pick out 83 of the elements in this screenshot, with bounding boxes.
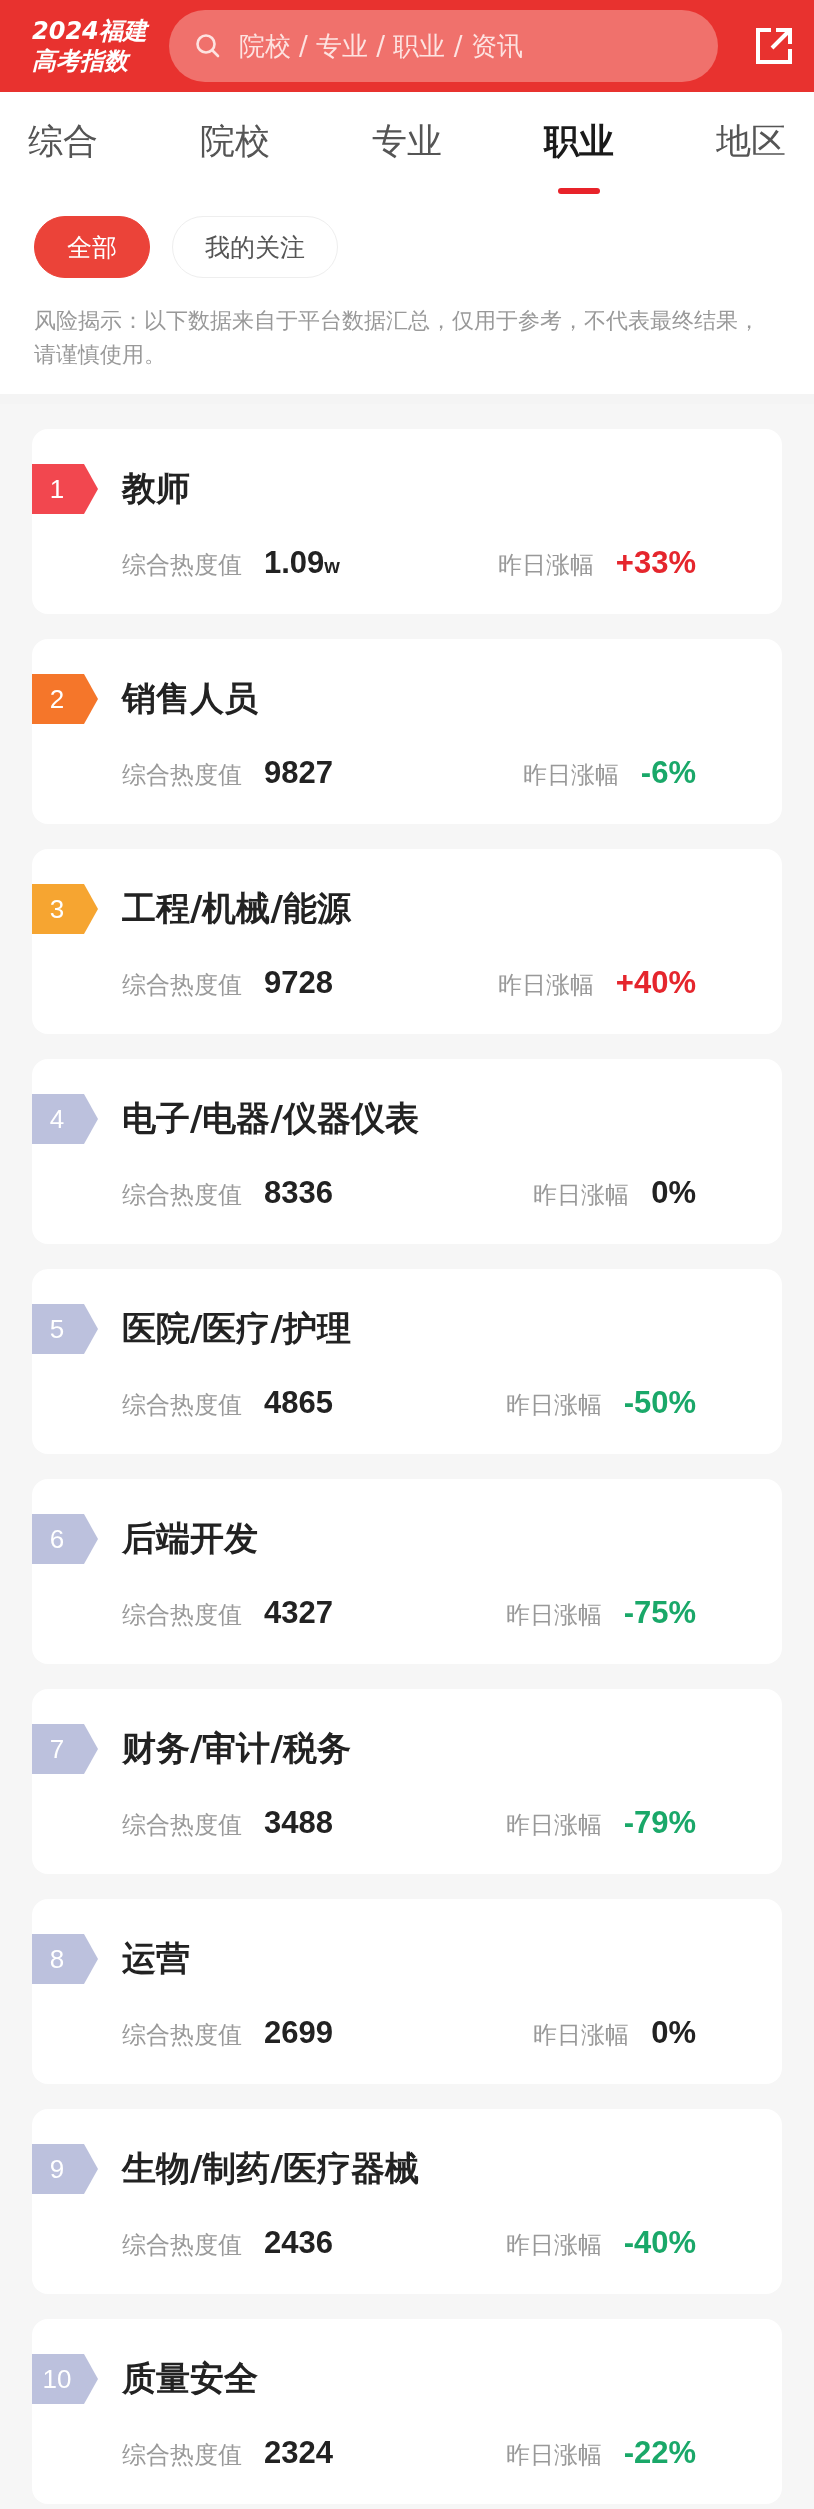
ranking-card[interactable]: 4 电子/电器/仪器仪表 综合热度值 8336 昨日涨幅 0% [32, 1059, 782, 1244]
heat-label: 综合热度值 [122, 760, 242, 791]
occupation-name: 质量安全 [122, 2357, 258, 2400]
rank-badge: 3 [32, 884, 98, 934]
heat-value: 3488 [264, 1805, 333, 1841]
ranking-card[interactable]: 9 生物/制药/医疗器械 综合热度值 2436 昨日涨幅 -40% [32, 2109, 782, 2294]
heat-label: 综合热度值 [122, 2230, 242, 2261]
logo-title: 高考指数 [32, 46, 147, 76]
rank-badge: 5 [32, 1304, 98, 1354]
rank-badge: 8 [32, 1934, 98, 1984]
occupation-name: 生物/制药/医疗器械 [122, 2147, 419, 2190]
search-field[interactable]: 院校 / 专业 / 职业 / 资讯 [168, 10, 718, 82]
rank-badge: 1 [32, 464, 98, 514]
heat-label: 综合热度值 [122, 2440, 242, 2471]
change-label: 昨日涨幅 [505, 1600, 602, 1631]
heat-label: 综合热度值 [122, 1390, 242, 1421]
ranking-card[interactable]: 8 运营 综合热度值 2699 昨日涨幅 0% [32, 1899, 782, 2084]
change-label: 昨日涨幅 [497, 550, 594, 581]
heat-value: 1.09 [264, 545, 325, 581]
heat-value: 8336 [264, 1175, 333, 1211]
tab[interactable]: 专业 [372, 92, 442, 200]
change-label: 昨日涨幅 [505, 2440, 602, 2471]
tab[interactable]: 地区 [716, 92, 786, 200]
change-value: 0% [651, 2015, 696, 2051]
change-label: 昨日涨幅 [522, 760, 619, 791]
heat-value: 4327 [264, 1595, 333, 1631]
occupation-name: 销售人员 [122, 677, 258, 720]
heat-value: 2699 [264, 2015, 333, 2051]
rank-badge: 2 [32, 674, 98, 724]
change-value: -40% [623, 2225, 696, 2261]
change-value: +33% [615, 545, 696, 581]
risk-notice: 风险揭示：以下数据来自于平台数据汇总，仅用于参考，不代表最终结果，请谨慎使用。 [34, 307, 761, 369]
heat-label: 综合热度值 [122, 2020, 242, 2051]
occupation-name: 运营 [122, 1937, 190, 1980]
occupation-name: 电子/电器/仪器仪表 [122, 1097, 419, 1140]
ranking-card[interactable]: 5 医院/医疗/护理 综合热度值 4865 昨日涨幅 -50% [32, 1269, 782, 1454]
change-label: 昨日涨幅 [497, 970, 594, 1001]
rank-badge: 4 [32, 1094, 98, 1144]
occupation-name: 财务/审计/税务 [122, 1727, 351, 1770]
change-value: -75% [623, 1595, 696, 1631]
ranking-card[interactable]: 3 工程/机械/能源 综合热度值 9728 昨日涨幅 +40% [32, 849, 782, 1034]
tab[interactable]: 综合 [28, 92, 98, 200]
tab[interactable]: 职业 [544, 92, 614, 200]
heat-label: 综合热度值 [122, 1180, 242, 1211]
ranking-card[interactable]: 10 质量安全 综合热度值 2324 昨日涨幅 -22% [32, 2319, 782, 2504]
change-value: -79% [623, 1805, 696, 1841]
heat-value: 2436 [264, 2225, 333, 2261]
rank-badge: 7 [32, 1724, 98, 1774]
heat-value: 4865 [264, 1385, 333, 1421]
heat-label: 综合热度值 [122, 1600, 242, 1631]
rank-badge: 10 [32, 2354, 98, 2404]
ranking-card[interactable]: 1 教师 综合热度值 1.09w 昨日涨幅 +33% [32, 429, 782, 614]
heat-label: 综合热度值 [122, 970, 242, 1001]
change-label: 昨日涨幅 [505, 1810, 602, 1841]
occupation-name: 教师 [122, 467, 190, 510]
ranking-card[interactable]: 7 财务/审计/税务 综合热度值 3488 昨日涨幅 -79% [32, 1689, 782, 1874]
filter-chip[interactable]: 我的关注 [172, 216, 338, 278]
occupation-name: 后端开发 [122, 1517, 258, 1560]
filter-chip[interactable]: 全部 [34, 216, 150, 278]
change-value: -6% [640, 755, 696, 791]
heat-unit: w [324, 555, 340, 578]
rank-badge: 9 [32, 2144, 98, 2194]
heat-value: 9728 [264, 965, 333, 1001]
occupation-name: 医院/医疗/护理 [122, 1307, 351, 1350]
change-label: 昨日涨幅 [505, 1390, 602, 1421]
change-label: 昨日涨幅 [533, 2020, 630, 2051]
share-icon[interactable] [754, 26, 794, 66]
heat-label: 综合热度值 [122, 550, 242, 581]
tab[interactable]: 院校 [200, 92, 270, 200]
heat-value: 9827 [264, 755, 333, 791]
change-value: +40% [615, 965, 696, 1001]
change-label: 昨日涨幅 [505, 2230, 602, 2261]
change-value: -22% [623, 2435, 696, 2471]
change-value: 0% [651, 1175, 696, 1211]
occupation-name: 工程/机械/能源 [122, 887, 351, 930]
tab-indicator [558, 188, 600, 194]
change-value: -50% [623, 1385, 696, 1421]
heat-value: 2324 [264, 2435, 333, 2471]
ranking-card[interactable]: 2 销售人员 综合热度值 9827 昨日涨幅 -6% [32, 639, 782, 824]
change-label: 昨日涨幅 [533, 1180, 630, 1211]
ranking-card[interactable]: 6 后端开发 综合热度值 4327 昨日涨幅 -75% [32, 1479, 782, 1664]
heat-label: 综合热度值 [122, 1810, 242, 1841]
rank-badge: 6 [32, 1514, 98, 1564]
